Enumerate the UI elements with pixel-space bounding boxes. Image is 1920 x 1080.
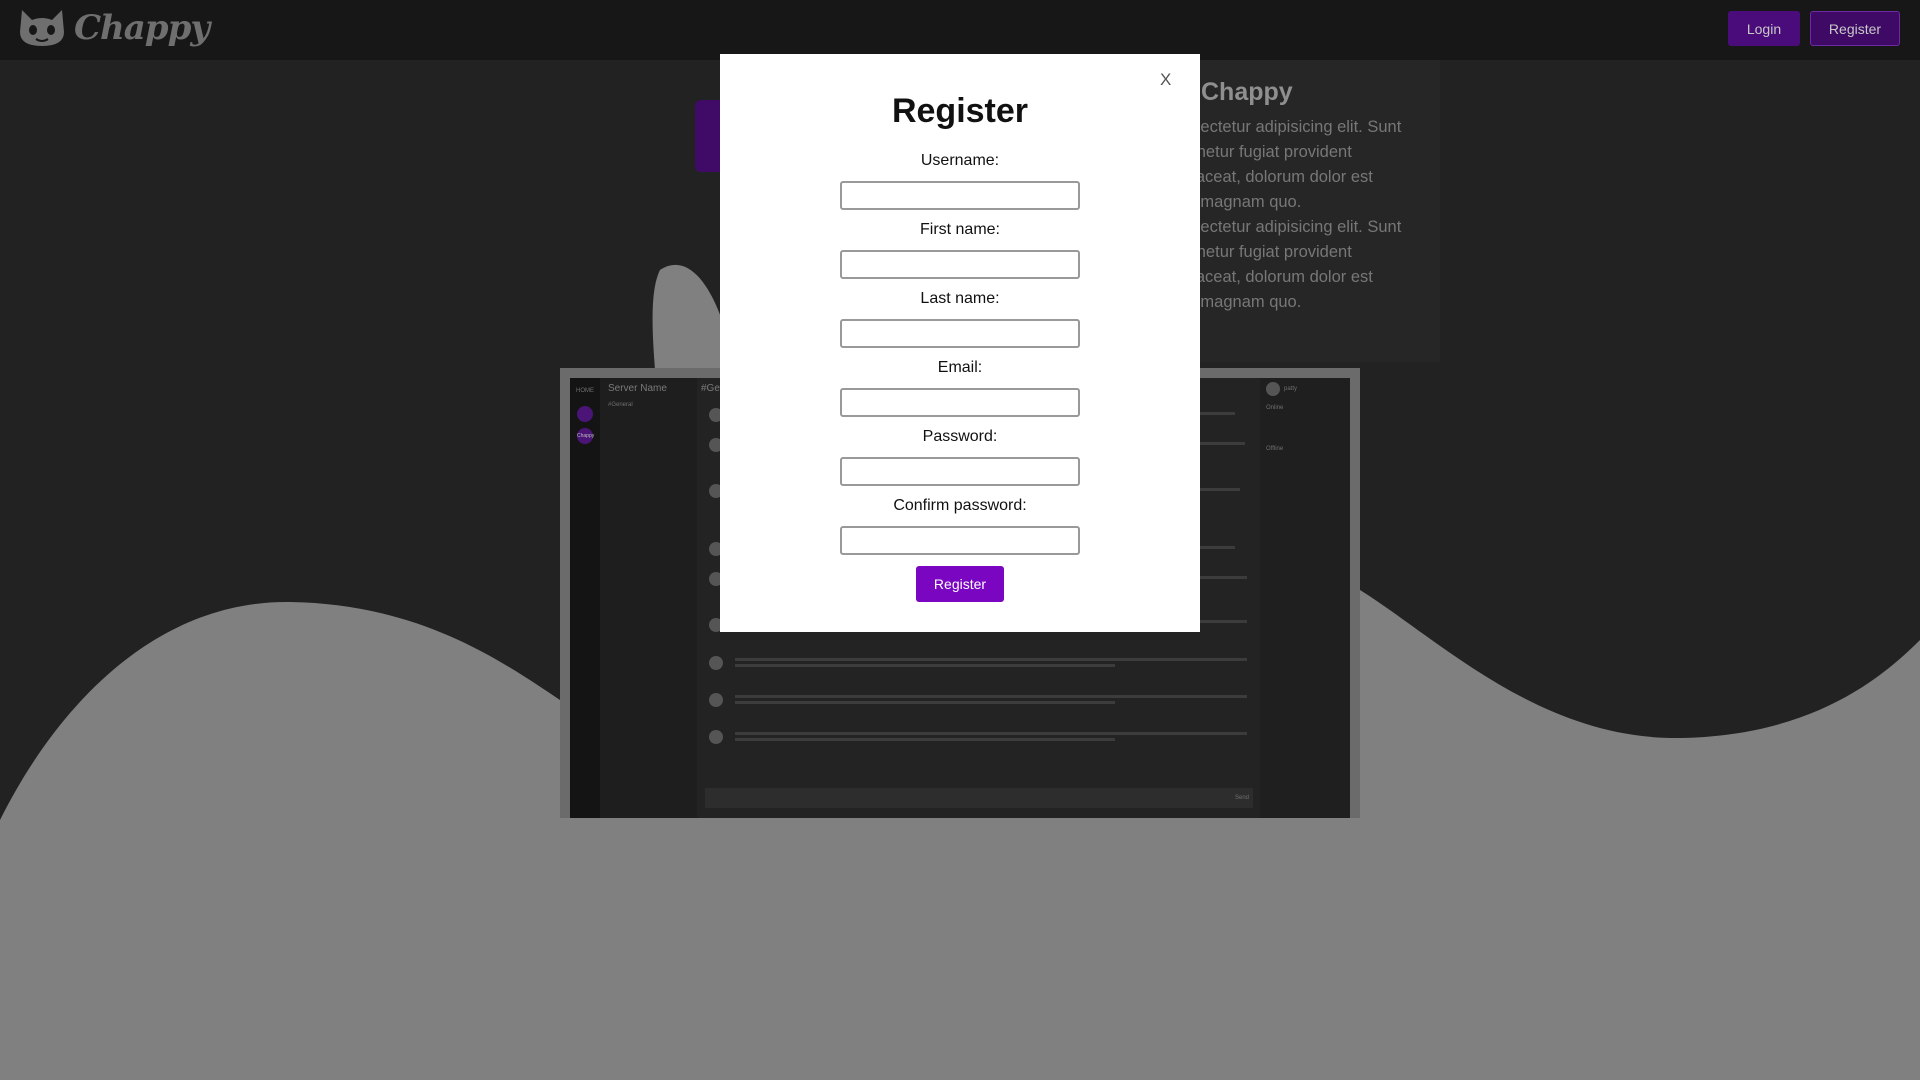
- preview-avatar: [709, 656, 723, 670]
- confirm-password-input[interactable]: [840, 526, 1080, 555]
- preview-message-text: [735, 732, 1247, 735]
- preview-add-server-icon: [577, 406, 593, 422]
- preview-avatar: [709, 730, 723, 744]
- preview-message-text: [735, 701, 1115, 704]
- preview-avatar: [709, 693, 723, 707]
- hero-section: Chappy nsectetur adipisicing elit. Sunt …: [1183, 78, 1443, 315]
- brand-logo[interactable]: Chappy: [18, 8, 210, 48]
- password-input[interactable]: [840, 457, 1080, 486]
- preview-sidebar-channel: #General: [608, 402, 633, 408]
- preview-server-rail: HOME Chappy: [570, 378, 600, 818]
- email-label: Email:: [937, 359, 983, 376]
- username-input[interactable]: [840, 181, 1080, 210]
- cat-logo-icon: [20, 10, 64, 46]
- preview-message-input: Send: [705, 788, 1253, 808]
- hero-title: Chappy: [1201, 78, 1293, 106]
- preview-message-text: [735, 695, 1247, 698]
- register-nav-button[interactable]: Register: [1810, 11, 1900, 46]
- preview-offline-label: Offline: [1266, 446, 1284, 452]
- first-name-input[interactable]: [840, 250, 1080, 279]
- top-navbar: Chappy Login Register: [0, 0, 1920, 60]
- preview-message-text: [735, 664, 1115, 667]
- username-label: Username:: [920, 152, 1000, 169]
- brand-name: Chappy: [74, 8, 210, 48]
- login-button[interactable]: Login: [1728, 11, 1800, 46]
- preview-server-name: Server Name: [608, 383, 667, 394]
- preview-message-text: [735, 738, 1115, 741]
- preview-rail-item: Chappy: [577, 433, 595, 439]
- register-submit-button[interactable]: Register: [916, 566, 1004, 602]
- modal-title: Register: [891, 92, 1029, 130]
- preview-send-label: Send: [1234, 795, 1249, 801]
- email-input[interactable]: [840, 388, 1080, 417]
- password-label: Password:: [922, 428, 998, 445]
- preview-message-text: [735, 658, 1247, 661]
- preview-member-list: patty Online Offline: [1260, 378, 1350, 818]
- last-name-label: Last name:: [920, 290, 1000, 307]
- confirm-password-label: Confirm password:: [893, 497, 1027, 514]
- register-modal: X Register Username: First name: Last na…: [720, 54, 1200, 632]
- preview-channel-sidebar: Server Name #General: [600, 378, 697, 818]
- preview-home-label: HOME: [576, 388, 594, 394]
- hero-text: nsectetur adipisicing elit. Sunt tenetur…: [1183, 118, 1402, 311]
- first-name-label: First name:: [919, 221, 1000, 238]
- preview-member-name: patty: [1284, 386, 1298, 392]
- preview-user-avatar: [1266, 382, 1280, 396]
- last-name-input[interactable]: [840, 319, 1080, 348]
- close-modal-button[interactable]: X: [1160, 70, 1171, 90]
- preview-online-label: Online: [1266, 405, 1284, 411]
